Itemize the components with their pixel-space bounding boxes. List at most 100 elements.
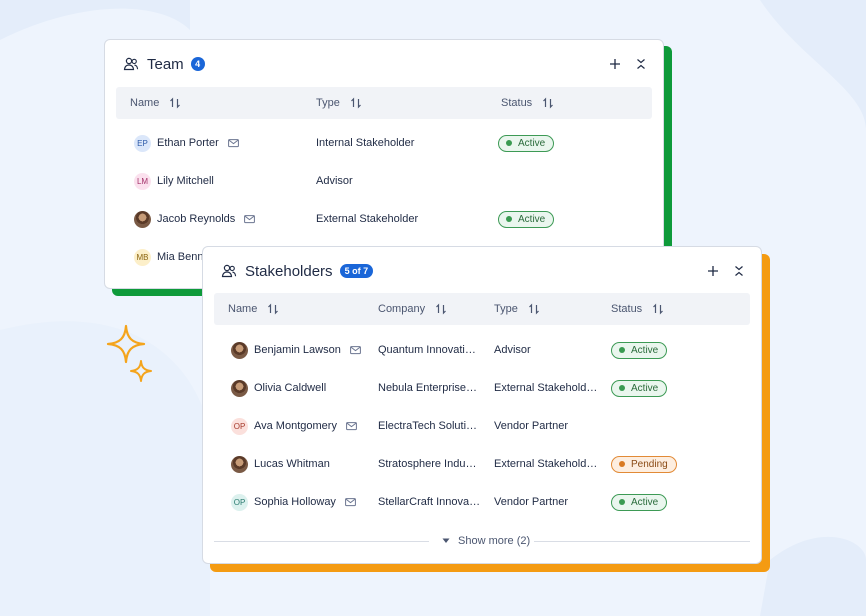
table-row[interactable]: Benjamin Lawson Quantum Innovati… Advisor A… — [214, 331, 750, 369]
status-badge: Active — [498, 210, 555, 228]
name-cell: Jacob Reynolds — [134, 200, 256, 238]
table-row[interactable]: EP Ethan Porter Internal Stakeholder Active — [116, 124, 652, 162]
stakeholders-col-type[interactable]: Type — [494, 293, 540, 325]
sort-icon[interactable] — [267, 303, 279, 315]
company-cell-text: StellarCraft Innova… — [378, 496, 481, 508]
status-label: Active — [631, 496, 659, 508]
sparkle-large-icon — [106, 324, 146, 364]
caret-down-icon — [442, 538, 450, 543]
sort-icon[interactable] — [350, 97, 362, 109]
stakeholders-col-name[interactable]: Name — [228, 293, 279, 325]
status-badge: Active — [611, 379, 668, 397]
stakeholders-col-status-label: Status — [611, 303, 643, 315]
sort-icon[interactable] — [542, 97, 554, 109]
sort-icon[interactable] — [169, 97, 181, 109]
status-label: Active — [631, 344, 659, 356]
company-cell: Stratosphere Indu… — [378, 445, 488, 483]
type-cell: Advisor — [494, 331, 606, 369]
type-cell-text: External Stakeholder — [316, 213, 419, 225]
person-name[interactable]: Lucas Whitman — [254, 458, 330, 470]
team-table-header: Name Type Status — [116, 87, 652, 119]
team-col-name[interactable]: Name — [130, 87, 181, 119]
table-row[interactable]: Olivia Caldwell Nebula Enterprise… Externa… — [214, 369, 750, 407]
sort-icon[interactable] — [435, 303, 447, 315]
stakeholders-col-status[interactable]: Status — [611, 293, 664, 325]
stakeholders-title: Stakeholders — [245, 262, 333, 280]
team-count-badge: 4 — [190, 57, 205, 71]
status-label: Active — [518, 137, 546, 149]
team-title: Team — [147, 55, 184, 73]
avatar: MB — [134, 248, 151, 266]
person-name[interactable]: Sophia Holloway — [254, 496, 336, 508]
type-cell-text: Vendor Partner — [494, 420, 568, 432]
avatar — [231, 341, 248, 359]
name-cell: Benjamin Lawson — [231, 331, 361, 369]
status-badge: Active — [611, 341, 668, 359]
stakeholders-col-name-label: Name — [228, 303, 258, 315]
stakeholders-col-company[interactable]: Company — [378, 293, 447, 325]
type-cell-text: Internal Stakeholder — [316, 137, 415, 149]
person-name[interactable]: Ethan Porter — [157, 137, 219, 149]
table-row[interactable]: Jacob Reynolds External Stakeholder Active — [116, 200, 652, 238]
status-dot — [619, 347, 625, 353]
show-more-button[interactable]: Show more (2) — [442, 534, 530, 548]
status-badge: Active — [498, 134, 555, 152]
name-cell: OP Sophia Holloway — [231, 483, 356, 521]
mail-icon[interactable] — [244, 214, 256, 224]
person-name[interactable]: Lily Mitchell — [157, 175, 214, 187]
name-cell: EP Ethan Porter — [134, 124, 239, 162]
sparkle-small-icon — [130, 360, 152, 382]
company-cell: StellarCraft Innova… — [378, 483, 488, 521]
team-col-status[interactable]: Status — [501, 87, 554, 119]
status-label: Pending — [631, 458, 668, 470]
name-cell: LM Lily Mitchell — [134, 162, 214, 200]
divider — [534, 541, 750, 542]
type-cell-text: External Stakehold… — [494, 382, 598, 394]
avatar — [231, 455, 248, 473]
stakeholders-col-company-label: Company — [378, 303, 426, 315]
table-row[interactable]: OP Sophia Holloway StellarCraft Innova… Ven… — [214, 483, 750, 521]
mail-icon[interactable] — [346, 421, 357, 431]
person-name[interactable]: Ava Montgomery — [254, 420, 337, 432]
avatar: LM — [134, 172, 151, 190]
status-badge: Pending — [611, 455, 677, 473]
stakeholders-table-header: Name Company Type Status — [214, 293, 750, 325]
stakeholders-card-header: Stakeholders 5 of 7 — [221, 261, 374, 281]
team-col-type-label: Type — [316, 97, 340, 109]
sort-icon[interactable] — [528, 303, 540, 315]
status-dot — [619, 461, 625, 467]
collapse-icon[interactable] — [731, 263, 747, 279]
team-col-type[interactable]: Type — [316, 87, 362, 119]
status-dot — [506, 140, 512, 146]
plus-icon[interactable] — [607, 56, 623, 72]
type-cell-text: Vendor Partner — [494, 496, 568, 508]
avatar: OP — [231, 417, 248, 435]
people-icon — [221, 264, 237, 278]
name-cell: OP Ava Montgomery — [231, 407, 357, 445]
sort-icon[interactable] — [652, 303, 664, 315]
stakeholders-count-badge: 5 of 7 — [339, 264, 374, 278]
table-row[interactable]: OP Ava Montgomery ElectraTech Soluti… Vendo… — [214, 407, 750, 445]
person-name[interactable]: Benjamin Lawson — [254, 344, 341, 356]
person-name[interactable]: Olivia Caldwell — [254, 382, 326, 394]
status-cell: Active — [498, 124, 555, 162]
mail-icon[interactable] — [349, 345, 361, 355]
table-row[interactable]: LM Lily Mitchell Advisor — [116, 162, 652, 200]
type-cell: External Stakehold… — [494, 369, 606, 407]
avatar — [134, 210, 151, 228]
mail-icon[interactable] — [345, 497, 356, 507]
status-label: Active — [631, 382, 659, 394]
type-cell: Vendor Partner — [494, 483, 606, 521]
team-card-header: Team 4 — [123, 54, 205, 74]
status-dot — [619, 499, 625, 505]
collapse-icon[interactable] — [633, 56, 649, 72]
table-row[interactable]: Lucas Whitman Stratosphere Indu… External … — [214, 445, 750, 483]
plus-icon[interactable] — [705, 263, 721, 279]
status-badge: Active — [611, 493, 668, 511]
avatar: OP — [231, 493, 248, 511]
person-name[interactable]: Jacob Reynolds — [157, 213, 235, 225]
company-cell-text: Nebula Enterprise… — [378, 382, 478, 394]
divider — [214, 541, 429, 542]
mail-icon[interactable] — [227, 138, 239, 148]
type-cell: External Stakehold… — [494, 445, 606, 483]
